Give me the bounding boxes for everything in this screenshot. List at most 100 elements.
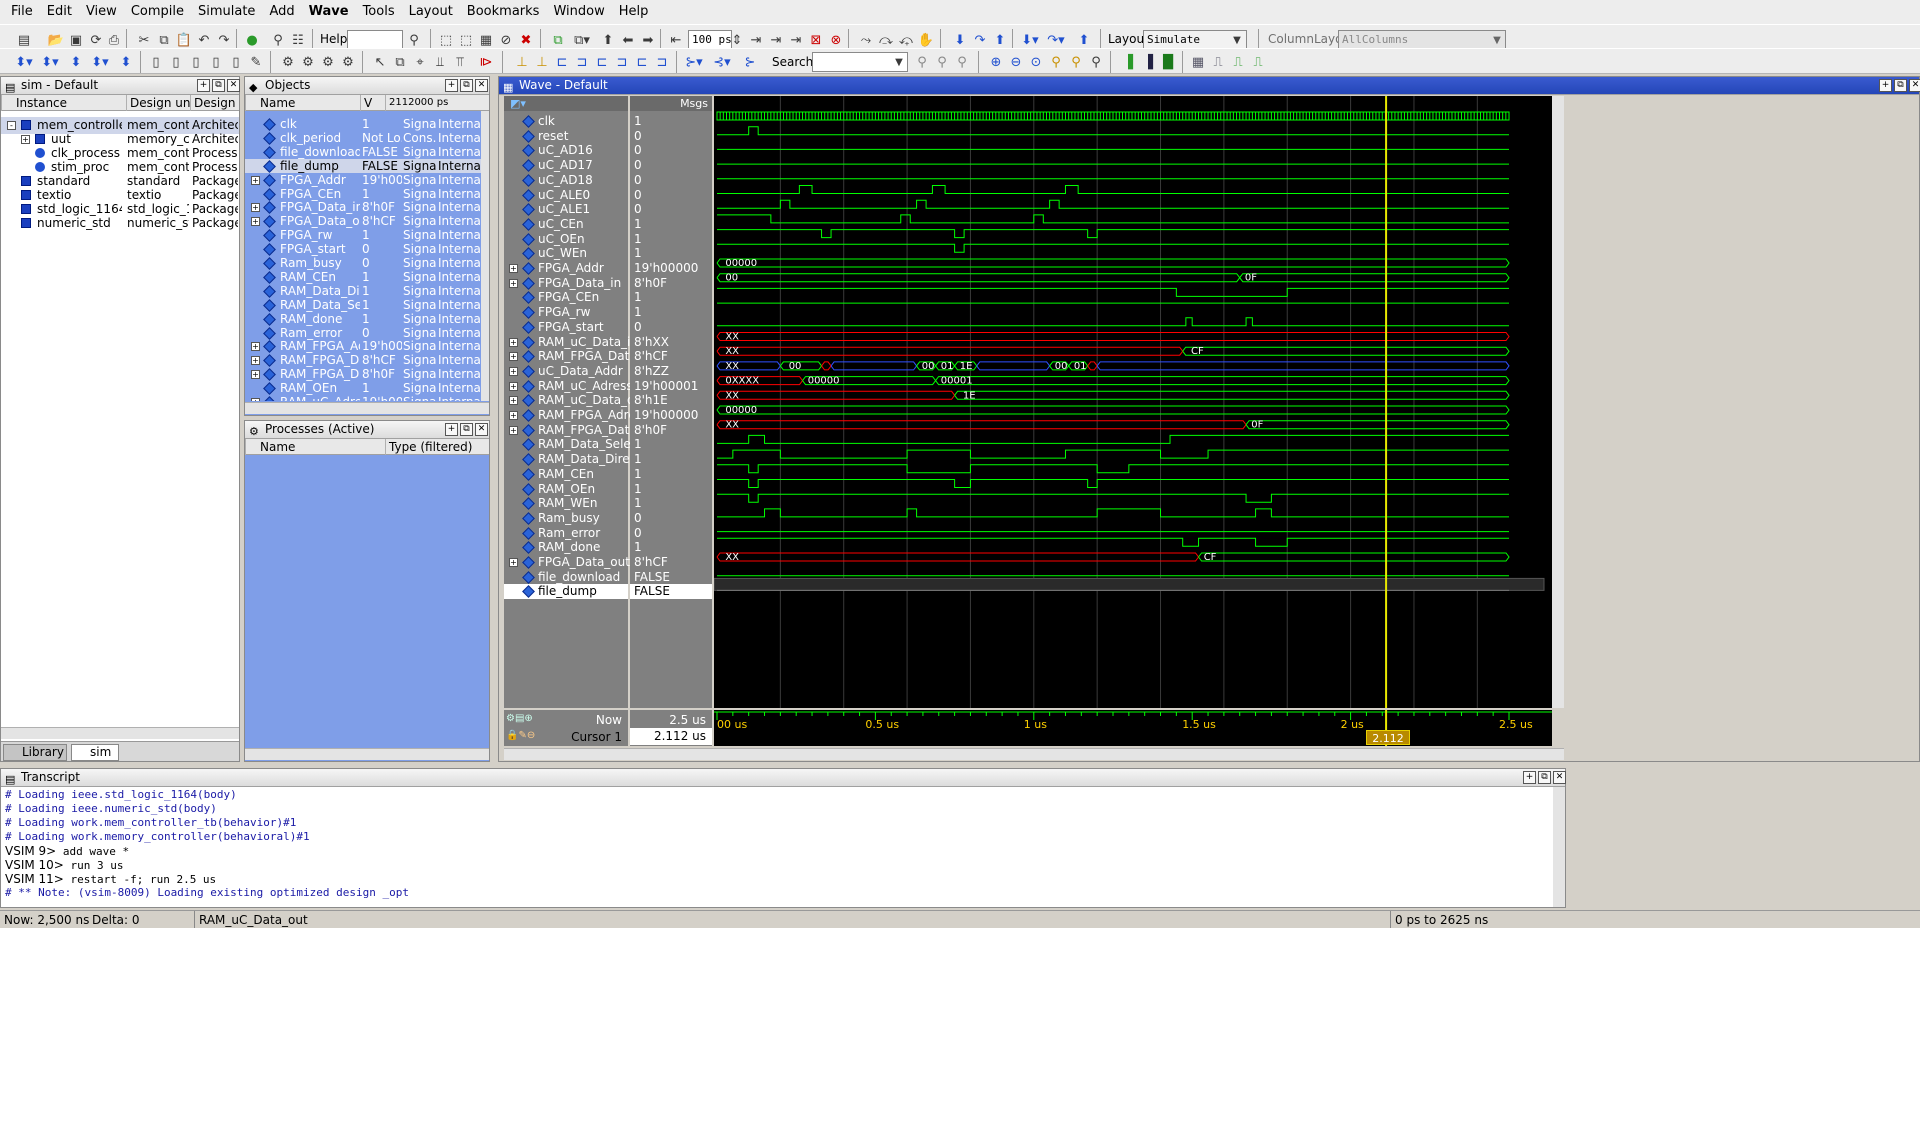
simulate-icon[interactable]: ▦ [476, 30, 496, 50]
menu-simulate[interactable]: Simulate [191, 0, 262, 24]
object-row[interactable]: RAM_done 1 Signal Internal [245, 312, 481, 326]
object-row[interactable]: + RAM_FPGA_D...8'h0F SignalInternal [245, 367, 481, 381]
wave-style-3-icon[interactable]: ⎍ [1228, 52, 1248, 72]
step-over-icon[interactable]: ⤼ [876, 30, 896, 50]
new-file-icon[interactable]: ▤ [14, 30, 34, 50]
expand-icon[interactable]: + [21, 135, 30, 144]
wave-signal-row[interactable]: FPGA_CEn [504, 290, 628, 305]
objects-panel-dock-icon[interactable]: + [445, 79, 458, 92]
sim-tree-row[interactable]: numeric_stdnumeric_stdPackage [1, 215, 239, 232]
save-icon[interactable]: ▣ [66, 30, 86, 50]
menu-file[interactable]: File [4, 0, 40, 24]
wave-signal-row[interactable]: clk [504, 114, 628, 129]
tab-sim[interactable]: sim [71, 744, 119, 761]
expand-time-icon[interactable]: ⊱▾ [684, 52, 704, 72]
step-into-icon[interactable]: ⬇ [950, 30, 970, 50]
stop-icon[interactable]: ✖ [516, 30, 536, 50]
menu-tools[interactable]: Tools [356, 0, 402, 24]
format-icon[interactable]: ✎ [246, 52, 266, 72]
waveform-area[interactable]: 00000 00 0F XX XX CF XX 00 00 01 1E 00 01 0XXXX 00000 0… [714, 96, 1552, 708]
wave-signal-row[interactable]: reset [504, 129, 628, 144]
expand-icon[interactable]: + [509, 411, 518, 420]
now-icons[interactable]: ⚙▤⊕ [506, 713, 533, 724]
delta-icon[interactable]: ⊱ [740, 52, 760, 72]
reload-icon[interactable]: ⟳ [86, 30, 106, 50]
sim-panel-close-icon[interactable]: ✕ [227, 79, 240, 92]
zoom-out-icon[interactable]: ⊖ [1006, 52, 1026, 72]
break-sim-icon[interactable]: ⊠ [806, 30, 826, 50]
wave-signal-row[interactable]: RAM_Data_Direct... [504, 452, 652, 467]
search-chevron-down-icon[interactable]: ▼ [892, 52, 906, 72]
wave-dropdown-icon[interactable]: ⧉▾ [572, 30, 592, 50]
object-row[interactable]: RAM_Data_Dir...1 SignalInternal [245, 284, 481, 298]
col-instance[interactable]: Instance [1, 95, 126, 111]
structure-icon[interactable]: ☷ [288, 30, 308, 50]
radix-hex-icon[interactable]: ▯ [186, 52, 206, 72]
gear-2-icon[interactable]: ⚙ [298, 52, 318, 72]
object-row[interactable]: + RAM_FPGA_D...8'hCF SignalInternal [245, 353, 481, 367]
wave-signal-row[interactable]: + FPGA_Data_in [504, 276, 628, 291]
object-row[interactable]: FPGA_rw 1 Signal Internal [245, 228, 481, 242]
radix-binary-icon[interactable]: ▯ [166, 52, 186, 72]
wave-signal-row[interactable]: RAM_WEn [504, 496, 628, 511]
wave-signal-row[interactable]: + RAM_uC_Data_in [504, 335, 638, 350]
wave-signal-row[interactable]: uC_AD17 [504, 158, 628, 173]
transcript-dock-icon[interactable]: + [1523, 771, 1536, 784]
menu-wave[interactable]: Wave [302, 0, 356, 24]
wave-signal-row[interactable]: FPGA_rw [504, 305, 628, 320]
search-prev-icon[interactable]: ⚲ [912, 52, 932, 72]
expand-icon[interactable]: + [251, 370, 260, 380]
object-row[interactable]: clk 1 Signal Internal [245, 117, 481, 131]
menu-layout[interactable]: Layout [402, 0, 460, 24]
wave-signal-row[interactable]: + RAM_FPGA_Data... [504, 423, 648, 438]
col-process-type[interactable]: Type (filtered) [385, 439, 489, 455]
wave-signal-row[interactable]: file_download [504, 570, 628, 585]
zoom-full-icon[interactable]: ⊙ [1026, 52, 1046, 72]
wave-vscrollbar[interactable] [1552, 96, 1564, 708]
wave-compare-3-icon[interactable]: █ [1158, 52, 1178, 72]
waveform-canvas[interactable]: 0000000 0FXXXX CFXX 00 00 01 1E 00 010XXXX 00000 0… [714, 96, 1552, 708]
expand-icon[interactable]: + [251, 356, 260, 366]
step-out-dropdown-icon[interactable]: ⬆ [1074, 30, 1094, 50]
wave-signal-row[interactable]: + FPGA_Addr [504, 261, 628, 276]
tab-library[interactable]: Library [3, 744, 67, 761]
add-dataflow-icon[interactable]: ⬍▾ [90, 52, 110, 72]
radix-oct-icon[interactable]: ▯ [206, 52, 226, 72]
col-time[interactable]: 2112000 ps [385, 95, 475, 111]
run-length-spinner-icon[interactable]: ⇕ [732, 30, 743, 50]
expand-icon[interactable]: + [509, 558, 518, 567]
wave-signal-row[interactable]: uC_AD16 [504, 143, 628, 158]
find-next-transition-icon[interactable]: ⊐ [572, 52, 592, 72]
cursor-add-icon[interactable]: ⫫ [430, 52, 450, 72]
expand-icon[interactable]: + [251, 175, 260, 185]
hand-icon[interactable]: ✋ [916, 30, 936, 50]
col-value[interactable]: V [360, 95, 374, 111]
col-process-name[interactable]: Name [245, 439, 385, 455]
menu-add[interactable]: Add [262, 0, 301, 24]
redo-icon[interactable]: ↷ [214, 30, 234, 50]
expand-icon[interactable]: + [251, 342, 260, 352]
time-axis[interactable]: 00 us 0.5 us 1 us 1.5 us 2 us 2.5 us 2.112 us [714, 710, 1552, 746]
compile-all-icon[interactable]: ⬚ [456, 30, 476, 50]
transcript-undock-icon[interactable]: ⧉ [1538, 771, 1551, 784]
step-over-dropdown-icon[interactable]: ↷▾ [1046, 30, 1066, 50]
wave-signal-row[interactable]: file_dump [504, 584, 628, 600]
zoom-last-icon[interactable]: ⚲ [1086, 52, 1106, 72]
sim-panel-hscrollbar[interactable] [1, 727, 239, 739]
menu-edit[interactable]: Edit [40, 0, 79, 24]
edit-mode-icon[interactable]: ⌖ [410, 52, 430, 72]
sim-panel-dock-icon[interactable]: + [197, 79, 210, 92]
expand-icon[interactable]: + [509, 366, 518, 376]
wave-signal-row[interactable]: Ram_error [504, 526, 628, 541]
wave-hscrollbar[interactable] [504, 748, 1564, 760]
run-icon[interactable]: ⇥ [746, 30, 766, 50]
collapse-icon[interactable]: - [7, 121, 16, 130]
wave-signal-row[interactable]: + RAM_FPGA_Adre... [504, 408, 647, 423]
object-row[interactable]: clk_period Not Lo...Cons...Internal [245, 131, 481, 145]
expand-icon[interactable]: + [509, 396, 518, 406]
processes-panel-close-icon[interactable]: ✕ [475, 423, 488, 436]
forward-arrow-icon[interactable]: ➡ [638, 30, 658, 50]
cursor-time-marker[interactable]: 2.112 us [1366, 730, 1410, 745]
wave-signal-row[interactable]: + FPGA_Data_out [504, 555, 630, 570]
wave-list-icon[interactable]: ◩▾ [510, 97, 526, 110]
